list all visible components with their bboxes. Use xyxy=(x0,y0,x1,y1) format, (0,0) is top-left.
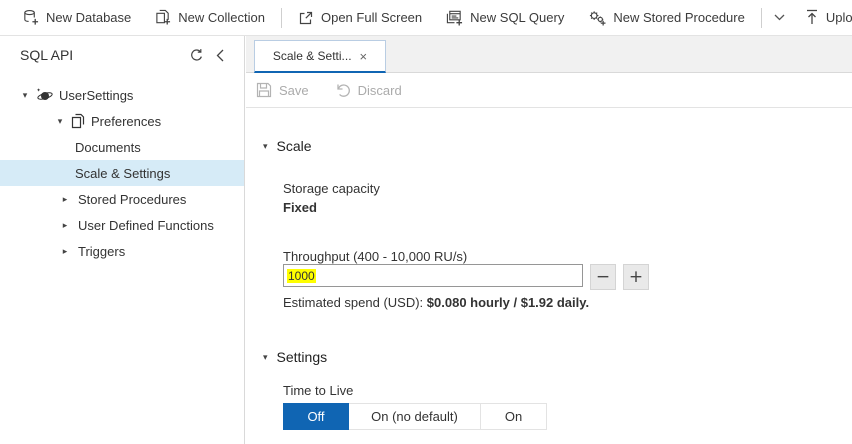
new-stored-procedure-button[interactable]: New Stored Procedure xyxy=(576,0,757,36)
discard-button[interactable]: Discard xyxy=(335,82,402,98)
new-stored-procedure-icon xyxy=(588,9,606,26)
upload-button[interactable]: Upload xyxy=(793,0,852,36)
caret-down-icon: ▾ xyxy=(263,352,268,363)
storage-capacity-value: Fixed xyxy=(283,200,317,215)
save-icon xyxy=(256,82,272,98)
tree-item-user-defined-functions[interactable]: ▸ User Defined Functions xyxy=(0,212,244,238)
caret-down-icon[interactable]: ▾ xyxy=(55,116,65,127)
tree-item-label: Triggers xyxy=(78,244,125,259)
ttl-option-on-no-default[interactable]: On (no default) xyxy=(349,403,481,430)
throughput-row: 1000 − + xyxy=(283,264,649,290)
settings-section-label: Settings xyxy=(277,349,328,365)
tree-item-documents[interactable]: Documents xyxy=(0,134,244,160)
tree-item-label: Stored Procedures xyxy=(78,192,186,207)
toolbar-item-label: Open Full Screen xyxy=(321,10,422,25)
new-collection-button[interactable]: New Collection xyxy=(143,0,277,36)
toolbar-item-label: New Collection xyxy=(178,10,265,25)
resource-tree-sidebar: SQL API ▾ xyxy=(0,36,245,444)
discard-label: Discard xyxy=(358,83,402,98)
throughput-input[interactable]: 1000 xyxy=(283,264,583,287)
tab-strip: Scale & Setti... × xyxy=(246,36,852,73)
main-panel: Scale & Setti... × Save xyxy=(246,36,852,444)
ttl-option-on[interactable]: On xyxy=(481,403,547,430)
discard-icon xyxy=(335,82,351,98)
resource-tree: ▾ UserSettings ▾ Preferences xyxy=(0,82,244,264)
caret-right-icon[interactable]: ▸ xyxy=(60,246,70,257)
open-full-screen-button[interactable]: Open Full Screen xyxy=(286,0,434,36)
throughput-decrease-button[interactable]: − xyxy=(590,264,616,290)
toolbar-divider xyxy=(761,8,762,28)
command-bar: Save Discard xyxy=(246,73,852,108)
estimated-spend-value: $0.080 hourly / $1.92 daily. xyxy=(427,295,589,310)
ttl-option-off[interactable]: Off xyxy=(283,403,349,430)
tab-label: Scale & Setti... xyxy=(273,49,352,63)
tree-item-label: Preferences xyxy=(91,114,161,129)
throughput-value: 1000 xyxy=(287,269,316,283)
tree-item-label: User Defined Functions xyxy=(78,218,214,233)
sidebar-header: SQL API xyxy=(0,36,244,74)
caret-down-icon[interactable]: ▾ xyxy=(20,90,30,101)
tree-item-preferences[interactable]: ▾ Preferences xyxy=(0,108,244,134)
toolbar-item-label: Upload xyxy=(826,10,852,25)
tree-item-label: UserSettings xyxy=(59,88,133,103)
storage-capacity-label: Storage capacity xyxy=(283,181,380,196)
tree-item-label: Documents xyxy=(75,140,141,155)
collapse-panel-icon[interactable] xyxy=(208,43,232,67)
toolbar-item-label: New SQL Query xyxy=(470,10,564,25)
top-toolbar: New Database New Collection Open Full Sc… xyxy=(0,0,852,36)
scale-section-label: Scale xyxy=(277,138,312,154)
scale-section-header[interactable]: ▾ Scale xyxy=(263,138,312,154)
refresh-icon[interactable] xyxy=(184,43,208,67)
sidebar-title: SQL API xyxy=(20,47,184,63)
settings-section-header[interactable]: ▾ Settings xyxy=(263,349,327,365)
throughput-increase-button[interactable]: + xyxy=(623,264,649,290)
tree-item-label: Scale & Settings xyxy=(75,166,170,181)
close-icon[interactable]: × xyxy=(360,50,368,63)
open-full-screen-icon xyxy=(298,10,314,26)
data-explorer-window: New Database New Collection Open Full Sc… xyxy=(0,0,852,444)
new-sql-query-icon xyxy=(446,9,463,26)
caret-right-icon[interactable]: ▸ xyxy=(60,194,70,205)
toolbar-divider xyxy=(281,8,282,28)
tree-item-usersettings[interactable]: ▾ UserSettings xyxy=(0,82,244,108)
new-database-icon xyxy=(22,9,39,26)
caret-down-icon: ▾ xyxy=(263,141,268,152)
collection-icon xyxy=(71,113,85,129)
chevron-down-icon[interactable] xyxy=(766,0,793,36)
caret-right-icon[interactable]: ▸ xyxy=(60,220,70,231)
time-to-live-toggle-group: Off On (no default) On xyxy=(283,403,547,430)
estimated-spend-prefix: Estimated spend (USD): xyxy=(283,295,427,310)
tree-item-scale-settings[interactable]: Scale & Settings xyxy=(0,160,244,186)
upload-icon xyxy=(805,9,819,26)
new-database-button[interactable]: New Database xyxy=(10,0,143,36)
new-collection-icon xyxy=(155,9,171,26)
save-label: Save xyxy=(279,83,309,98)
new-sql-query-button[interactable]: New SQL Query xyxy=(434,0,576,36)
toolbar-item-label: New Stored Procedure xyxy=(613,10,745,25)
throughput-label: Throughput (400 - 10,000 RU/s) xyxy=(283,249,467,264)
cosmos-db-icon xyxy=(36,88,53,103)
tree-item-stored-procedures[interactable]: ▸ Stored Procedures xyxy=(0,186,244,212)
save-button[interactable]: Save xyxy=(256,82,309,98)
tab-scale-settings[interactable]: Scale & Setti... × xyxy=(254,40,386,73)
tree-item-triggers[interactable]: ▸ Triggers xyxy=(0,238,244,264)
time-to-live-label: Time to Live xyxy=(283,383,353,398)
toolbar-item-label: New Database xyxy=(46,10,131,25)
estimated-spend-text: Estimated spend (USD): $0.080 hourly / $… xyxy=(283,295,589,310)
